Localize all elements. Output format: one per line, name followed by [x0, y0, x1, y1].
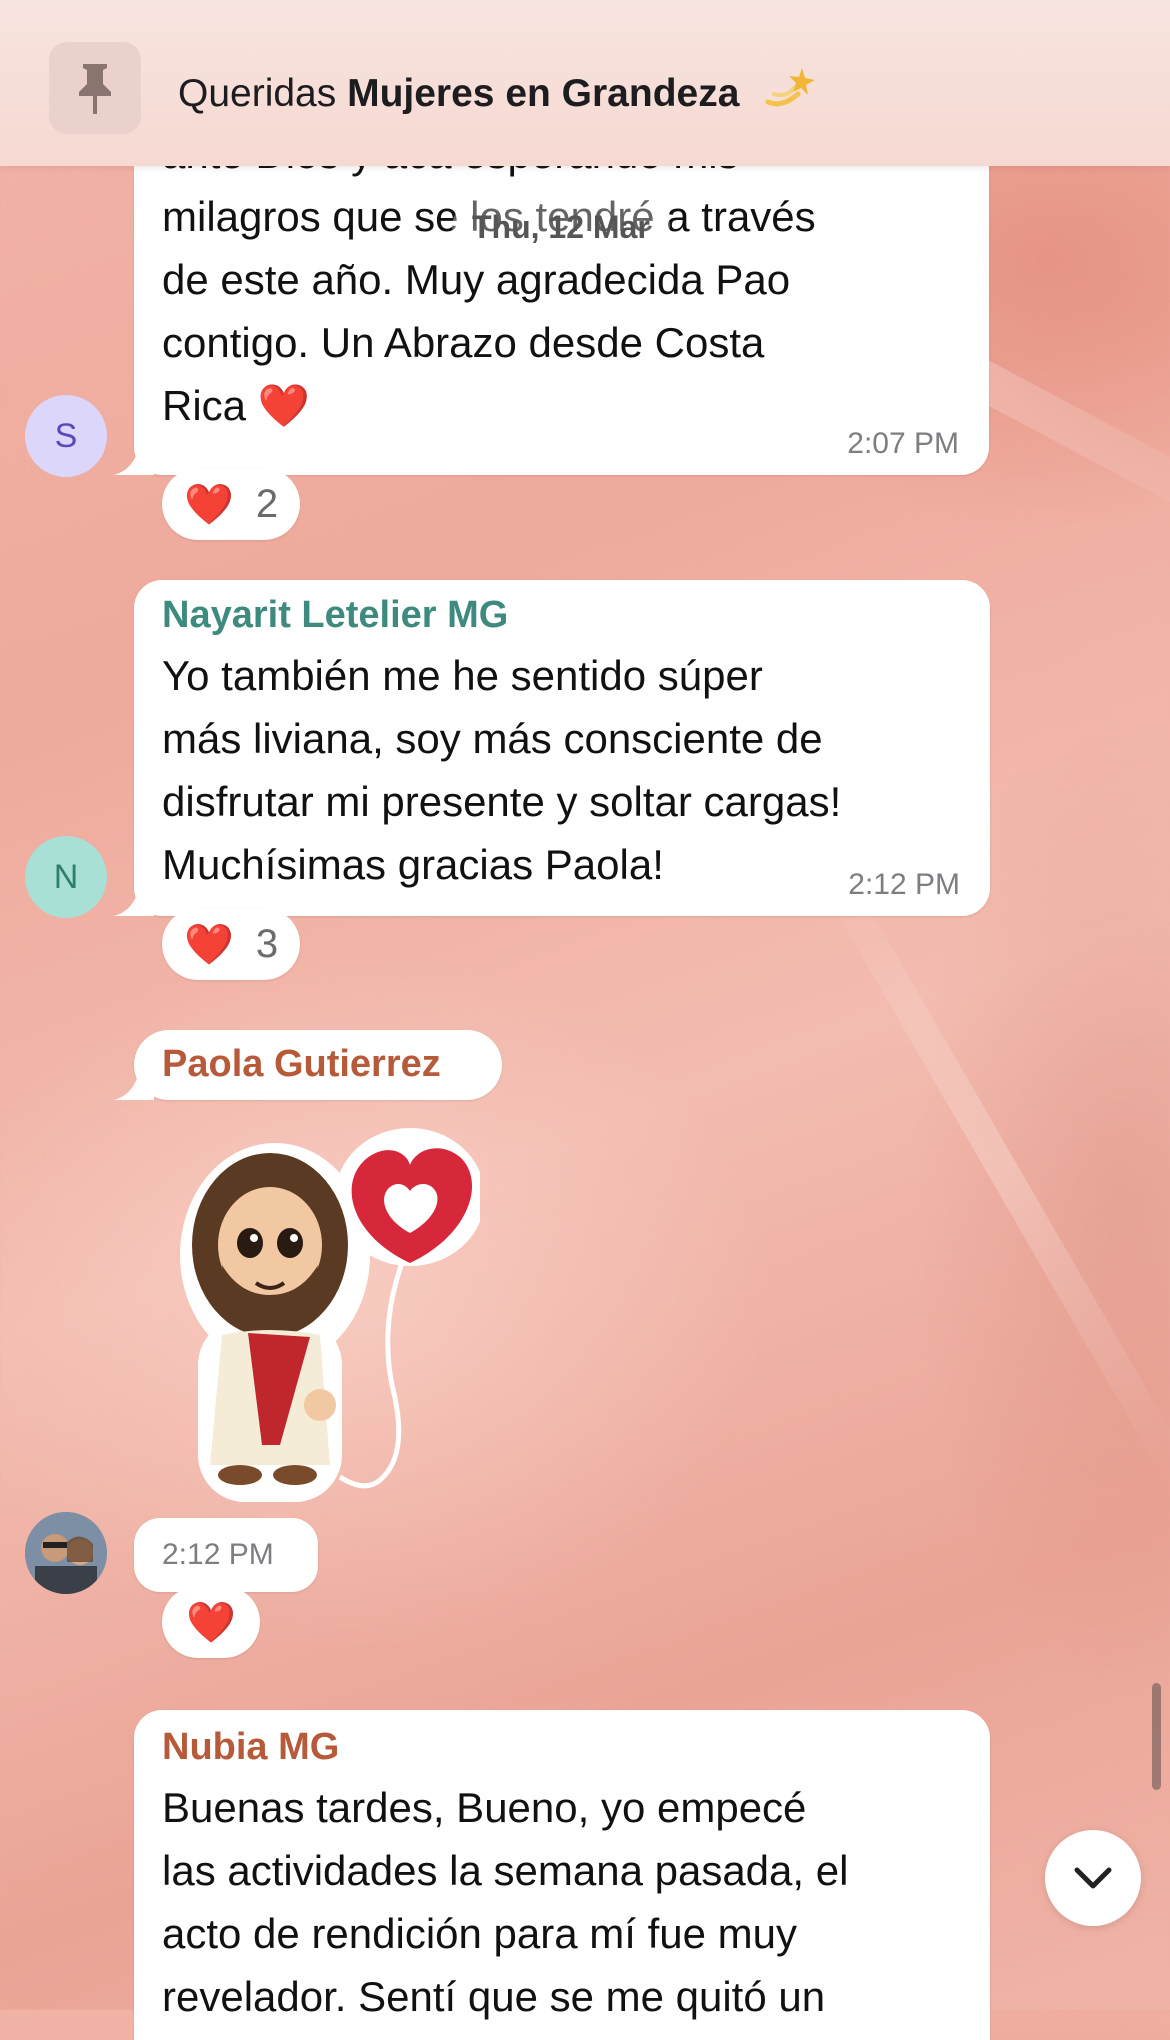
avatar[interactable] [25, 1512, 107, 1594]
avatar[interactable]: S [25, 395, 107, 477]
message-line: disfrutar mi presente y soltar cargas! [162, 778, 842, 825]
message-line: más liviana, soy más consciente de [162, 715, 823, 762]
chat-title-prefix: Queridas [178, 72, 337, 115]
avatar[interactable]: N [25, 836, 107, 918]
avatar-photo [25, 1512, 107, 1594]
sender-name[interactable]: Paola Gutierrez [162, 1043, 441, 1086]
pin-button[interactable] [49, 42, 141, 134]
message-line: las actividades la semana pasada, el [162, 1847, 849, 1894]
sender-name[interactable]: Nubia MG [162, 1726, 339, 1769]
message-bubble[interactable]: 2:12 PM [134, 1518, 318, 1592]
avatar-letter: S [54, 416, 78, 455]
message-line: acto de rendición para mí fue muy [162, 1910, 798, 1957]
background-texture [812, 854, 1170, 1476]
bubble-tail [114, 882, 154, 916]
reaction-chip[interactable]: ❤️ 3 [162, 908, 301, 980]
heart-reaction-icon: ❤️ [186, 1599, 236, 1646]
scroll-to-bottom-button[interactable] [1045, 1830, 1141, 1926]
message-time: 2:12 PM [848, 868, 960, 901]
sender-chip[interactable]: Paola Gutierrez [114, 1030, 502, 1100]
message-time: 2:12 PM [162, 1538, 274, 1571]
reaction-count: 2 [255, 481, 279, 526]
message-line: Buenas tardes, Bueno, yo empecé [162, 1784, 807, 1831]
heart-reaction-icon: ❤️ [184, 481, 234, 528]
chevron-down-icon [1074, 1867, 1112, 1889]
message-line: revelador. Sentí que se me quitó un [162, 1973, 826, 2020]
jesus-with-heart-balloon-sticker[interactable] [170, 1125, 485, 1505]
chat-title-bold: Mujeres en Grandeza [347, 72, 740, 115]
message-line: de este año. Muy agradecida Pao [162, 256, 791, 303]
date-separator: Thu, 12 Mar [452, 200, 670, 254]
pinned-header[interactable]: Queridas Mujeres en Grandeza [0, 0, 1170, 166]
message-time: 2:07 PM [847, 427, 959, 460]
scrollbar[interactable] [1152, 1683, 1161, 1790]
bubble-tail [114, 1066, 154, 1100]
avatar-letter: N [53, 857, 79, 896]
dizzy-sparkle-icon [764, 64, 816, 120]
message-line: contigo. Un Abrazo desde Costa [162, 319, 765, 366]
message-bubble[interactable]: ante Dios y aca esperando mis milagros q… [114, 130, 989, 475]
heart-reaction-icon: ❤️ [184, 921, 234, 968]
pin-icon [79, 64, 111, 114]
bubble-tail [114, 441, 154, 475]
message-line: Yo también me he sentido súper [162, 652, 763, 699]
reaction-count: 3 [255, 921, 279, 966]
reaction-chip[interactable]: ❤️ [162, 1586, 260, 1658]
sender-name[interactable]: Nayarit Letelier MG [162, 594, 508, 637]
chat-title: Queridas Mujeres en Grandeza [178, 64, 816, 120]
reaction-chip[interactable]: ❤️ 2 [162, 468, 301, 540]
message-bubble[interactable]: Nubia MG Buenas tardes, Bueno, yo empecé… [134, 1710, 990, 2040]
message-bubble[interactable]: Nayarit Letelier MG Yo también me he sen… [114, 580, 990, 916]
